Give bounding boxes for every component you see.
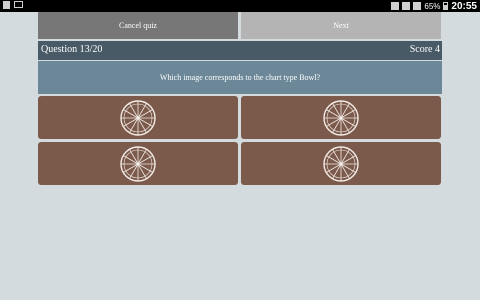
answer-option-1[interactable]	[38, 96, 238, 139]
vibrate-icon	[391, 2, 400, 10]
quiz-header: Question 13/20 Score 4	[38, 41, 442, 60]
status-bar: 65% 20:55	[0, 0, 480, 12]
signal-icon	[413, 2, 422, 10]
battery-icon	[443, 2, 449, 10]
answer-option-4[interactable]	[241, 142, 441, 185]
status-indicators: 65% 20:55	[391, 0, 477, 12]
cancel-quiz-button[interactable]: Cancel quiz	[38, 12, 238, 39]
next-label: Next	[333, 21, 349, 30]
image-notification-icon	[14, 1, 23, 8]
bowl-chart-icon	[120, 145, 156, 182]
question-text: Which image corresponds to the chart typ…	[159, 73, 321, 82]
notification-icons	[3, 1, 23, 9]
battery-percent: 65%	[424, 1, 441, 11]
notification-icon	[3, 1, 10, 9]
score: Score 4	[409, 44, 440, 55]
question-counter: Question 13/20	[41, 44, 103, 55]
next-button[interactable]: Next	[241, 12, 441, 39]
wifi-icon	[402, 2, 411, 10]
answer-option-3[interactable]	[38, 142, 238, 185]
clock: 20:55	[451, 0, 477, 12]
answer-option-2[interactable]	[241, 96, 441, 139]
bowl-chart-icon	[120, 99, 156, 136]
cancel-quiz-label: Cancel quiz	[119, 21, 157, 30]
question-prompt: Which image corresponds to the chart typ…	[38, 61, 442, 94]
bowl-chart-icon	[323, 145, 359, 182]
bowl-chart-icon	[323, 99, 359, 136]
